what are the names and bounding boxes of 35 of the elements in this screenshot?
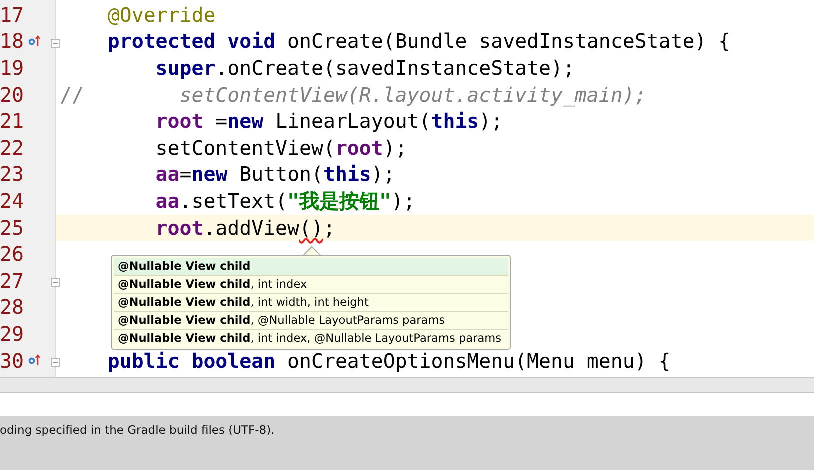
code-line: root =new LinearLayout(this);	[154, 110, 504, 134]
fold-icon[interactable]	[51, 278, 60, 287]
code-line: root.addView();	[154, 216, 336, 240]
code-line: aa=new Button(this);	[154, 163, 396, 186]
line-number: 25	[0, 216, 24, 240]
line-number: 21	[0, 110, 24, 134]
line-number: 22	[0, 136, 24, 160]
fold-icon[interactable]	[51, 358, 60, 367]
code-line: super.onCreate(savedInstanceState);	[154, 56, 575, 80]
line-number: 29	[0, 322, 24, 346]
override-icon[interactable]	[28, 34, 42, 47]
code-line: public boolean onCreateOptionsMenu(Menu menu) {	[106, 350, 671, 373]
code-line: protected void onCreate(Bundle savedInstanceState) {	[106, 30, 731, 54]
line-number: 18	[0, 30, 24, 54]
parameter-hint-item[interactable]: @Nullable View child, @Nullable LayoutParams params	[114, 312, 508, 330]
code-line: @Override	[106, 4, 216, 27]
override-icon[interactable]	[28, 354, 42, 366]
message-text: oding specified in the Gradle build files (UTF-8).	[0, 423, 275, 437]
line-number: 20	[0, 84, 24, 107]
parameter-hint-item[interactable]: @Nullable View child, int index	[114, 276, 508, 294]
line-number: 28	[0, 296, 24, 320]
fold-icon[interactable]	[51, 38, 60, 48]
code-line: // setContentView(R.layout.activity_main);	[60, 84, 647, 107]
line-number: 27	[0, 270, 24, 293]
parameter-hint-item[interactable]: @Nullable View child, int width, int height	[114, 294, 508, 312]
code-line: setContentView(root);	[154, 136, 408, 160]
parameter-hint-item[interactable]: @Nullable View child	[114, 258, 508, 276]
line-number: 24	[0, 190, 24, 213]
code-line: aa.setText("我是按钮");	[154, 190, 416, 213]
line-number: 30	[0, 350, 24, 373]
line-number: 23	[0, 163, 24, 186]
parameter-hint-item[interactable]: @Nullable View child, int index, @Nullable LayoutParams params	[114, 330, 508, 347]
line-number: 19	[0, 56, 24, 80]
line-number: 17	[0, 4, 24, 27]
line-number: 26	[0, 243, 24, 266]
